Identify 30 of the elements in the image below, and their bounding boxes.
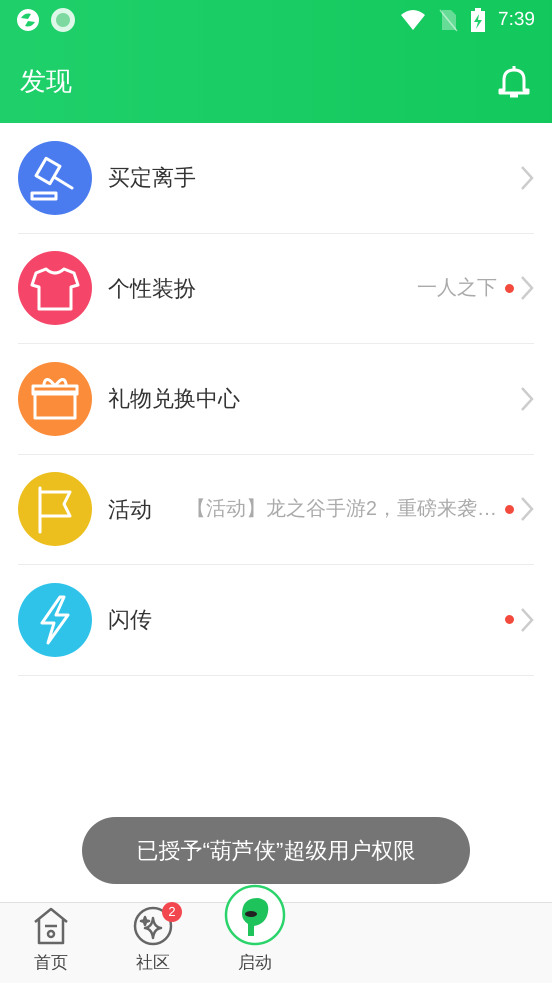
notification-badge: 2: [162, 902, 182, 922]
item-subtitle: 【活动】龙之谷手游2，重磅来袭…: [184, 497, 497, 522]
bottom-nav-tab[interactable]: 启动: [204, 884, 306, 983]
chevron-right-icon: [520, 164, 534, 191]
item-title: 活动: [108, 496, 152, 524]
item-title: 闪传: [108, 606, 152, 634]
no-sim-icon: [438, 8, 458, 32]
page-title: 发现: [20, 65, 73, 98]
bottom-nav-tab[interactable]: 首页: [0, 906, 102, 983]
item-subtitle: 一人之下: [416, 276, 497, 302]
status-time: 7:39: [498, 8, 535, 32]
discover-list-item[interactable]: 闪传: [18, 565, 534, 676]
item-title: 个性装扮: [108, 274, 196, 303]
sparkle-icon: [133, 906, 173, 946]
discover-list-item[interactable]: 买定离手: [18, 123, 534, 234]
discover-list-item[interactable]: 活动 【活动】龙之谷手游2，重磅来袭…: [18, 454, 534, 565]
discover-list-item[interactable]: 礼物兑换中心: [18, 344, 534, 454]
battery-charging-icon: [470, 8, 486, 32]
avatar-status-icon: [51, 8, 75, 32]
item-title: 买定离手: [108, 164, 196, 192]
discover-list-item[interactable]: 个性装扮 一人之下: [18, 234, 534, 344]
wifi-icon: [400, 9, 426, 31]
chevron-right-icon: [520, 606, 534, 633]
chevron-right-icon: [520, 386, 534, 412]
toast-message: 已授予“葫芦侠”超级用户权限: [82, 817, 470, 884]
app-status-icon: [17, 9, 39, 31]
chevron-right-icon: [520, 275, 534, 302]
notification-bell-icon[interactable]: [496, 64, 532, 100]
item-title: 礼物兑换中心: [108, 385, 240, 414]
chevron-right-icon: [520, 496, 534, 522]
